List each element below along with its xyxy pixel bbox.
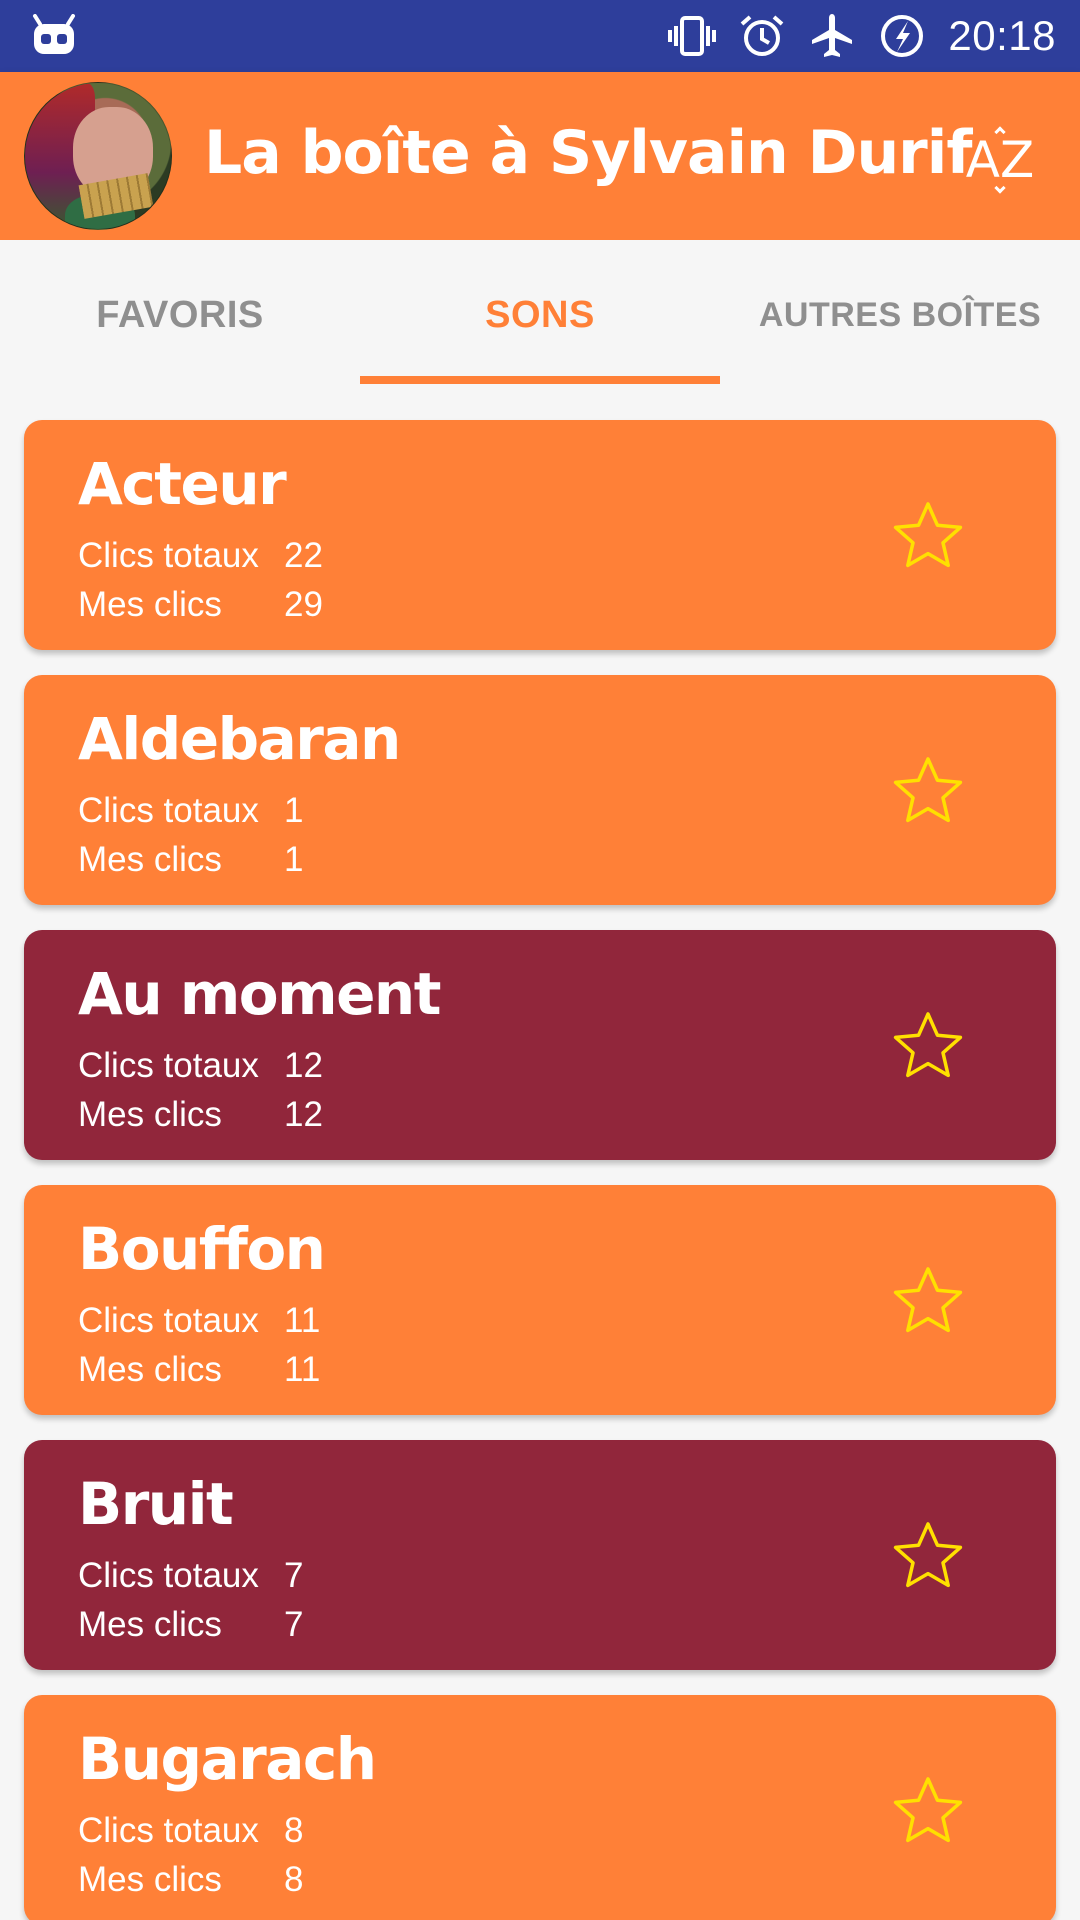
- my-clicks-label: Mes clics: [78, 840, 222, 879]
- favorite-star-icon[interactable]: [890, 1263, 966, 1339]
- sound-card[interactable]: Acteur Clics totaux 22 Mes clics 29: [24, 420, 1056, 650]
- sound-title: Au moment: [78, 960, 441, 1028]
- my-clicks-label: Mes clics: [78, 1605, 222, 1644]
- total-clicks-row: Clics totaux 12: [78, 1046, 323, 1086]
- android-debug-icon: [33, 14, 75, 54]
- my-clicks-value: 12: [284, 1095, 323, 1134]
- total-clicks-value: 1: [284, 791, 304, 830]
- my-clicks-value: 8: [284, 1860, 304, 1899]
- total-clicks-row: Clics totaux 1: [78, 791, 303, 831]
- total-clicks-label: Clics totaux: [78, 791, 259, 830]
- total-clicks-label: Clics totaux: [78, 536, 259, 575]
- total-clicks-label: Clics totaux: [78, 1301, 259, 1340]
- my-clicks-row: Mes clics 12: [78, 1095, 323, 1135]
- sound-title: Aldebaran: [78, 705, 401, 773]
- total-clicks-label: Clics totaux: [78, 1556, 259, 1595]
- tab-bar: FAVORIS SONS AUTRES BOÎTES: [0, 240, 1080, 384]
- my-clicks-label: Mes clics: [78, 585, 222, 624]
- my-clicks-label: Mes clics: [78, 1860, 222, 1899]
- alarm-icon: [741, 15, 784, 56]
- my-clicks-value: 1: [284, 840, 304, 879]
- tab-autres-boites[interactable]: AUTRES BOÎTES: [720, 240, 1080, 384]
- favorite-star-icon[interactable]: [890, 1773, 966, 1849]
- sound-card[interactable]: Bugarach Clics totaux 8 Mes clics 8: [24, 1695, 1056, 1920]
- my-clicks-label: Mes clics: [78, 1095, 222, 1134]
- my-clicks-value: 7: [284, 1605, 304, 1644]
- sound-card[interactable]: Bouffon Clics totaux 11 Mes clics 11: [24, 1185, 1056, 1415]
- total-clicks-label: Clics totaux: [78, 1811, 259, 1850]
- sort-az-label: AZ: [965, 131, 1035, 189]
- my-clicks-label: Mes clics: [78, 1350, 222, 1389]
- favorite-star-icon[interactable]: [890, 753, 966, 829]
- sound-card[interactable]: Aldebaran Clics totaux 1 Mes clics 1: [24, 675, 1056, 905]
- sound-card[interactable]: Bruit Clics totaux 7 Mes clics 7: [24, 1440, 1056, 1670]
- app-title: La boîte à Sylvain Durif: [204, 118, 972, 188]
- sound-title: Bruit: [78, 1470, 234, 1538]
- total-clicks-value: 22: [284, 536, 323, 575]
- total-clicks-row: Clics totaux 8: [78, 1811, 303, 1851]
- my-clicks-row: Mes clics 29: [78, 585, 323, 625]
- favorite-star-icon[interactable]: [890, 498, 966, 574]
- total-clicks-row: Clics totaux 22: [78, 536, 323, 576]
- total-clicks-value: 11: [284, 1301, 321, 1340]
- my-clicks-row: Mes clics 11: [78, 1350, 320, 1390]
- total-clicks-label: Clics totaux: [78, 1046, 259, 1085]
- total-clicks-value: 7: [284, 1556, 304, 1595]
- favorite-star-icon[interactable]: [890, 1518, 966, 1594]
- sound-card[interactable]: Au moment Clics totaux 12 Mes clics 12: [24, 930, 1056, 1160]
- total-clicks-row: Clics totaux 7: [78, 1556, 303, 1596]
- my-clicks-value: 29: [284, 585, 323, 624]
- my-clicks-value: 11: [284, 1350, 321, 1389]
- my-clicks-row: Mes clics 8: [78, 1860, 303, 1900]
- app-bar: La boîte à Sylvain Durif AZ: [0, 72, 1080, 240]
- tab-sons[interactable]: SONS: [360, 240, 720, 384]
- tab-indicator: [360, 376, 720, 384]
- avatar: [24, 82, 172, 230]
- vibrate-icon: [668, 16, 717, 56]
- total-clicks-row: Clics totaux 11: [78, 1301, 320, 1341]
- tab-favoris[interactable]: FAVORIS: [0, 240, 360, 384]
- sound-title: Bouffon: [78, 1215, 326, 1283]
- status-bar: 20:18: [0, 0, 1080, 72]
- sort-az-button[interactable]: AZ: [960, 118, 1040, 202]
- total-clicks-value: 12: [284, 1046, 323, 1085]
- my-clicks-row: Mes clics 1: [78, 840, 303, 880]
- status-time: 20:18: [948, 12, 1056, 59]
- airplane-mode-icon: [812, 14, 853, 57]
- battery-charging-icon: [881, 15, 924, 57]
- sound-title: Bugarach: [78, 1725, 377, 1793]
- sound-title: Acteur: [78, 450, 287, 518]
- sound-list: Acteur Clics totaux 22 Mes clics 29 Aldebaran…: [24, 420, 1056, 1920]
- total-clicks-value: 8: [284, 1811, 304, 1850]
- favorite-star-icon[interactable]: [890, 1008, 966, 1084]
- my-clicks-row: Mes clics 7: [78, 1605, 303, 1645]
